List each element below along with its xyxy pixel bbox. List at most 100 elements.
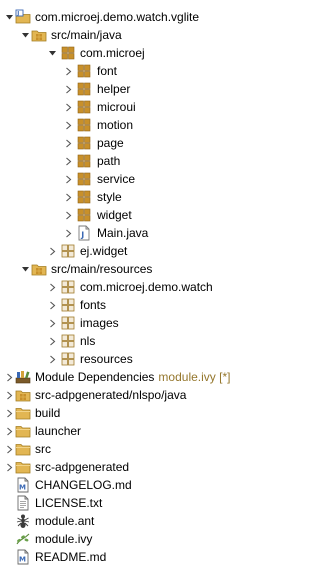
folder-icon: [15, 423, 31, 439]
chevron-right-icon[interactable]: [47, 278, 57, 296]
chevron-right-icon[interactable]: [4, 440, 14, 458]
tree-row-resource-package-nls[interactable]: nls: [0, 332, 293, 350]
tree-row-resource-package-fonts[interactable]: fonts: [0, 296, 293, 314]
svg-text:J: J: [16, 11, 19, 17]
chevron-right-icon[interactable]: [47, 242, 57, 260]
container-label: Module Dependencies: [35, 370, 155, 384]
svg-text:M: M: [19, 556, 26, 564]
package-outline-icon: [60, 243, 76, 259]
chevron-right-icon[interactable]: [4, 404, 14, 422]
chevron-right-icon[interactable]: [63, 170, 73, 188]
chevron-right-icon[interactable]: [63, 80, 73, 98]
package-label: com.microej.demo.watch: [80, 280, 213, 294]
tree-row-package-widget[interactable]: widget: [0, 206, 293, 224]
module-dependencies-label: Module Dependencies module.ivy [*]: [35, 368, 230, 386]
chevron-right-icon[interactable]: [63, 134, 73, 152]
tree-row-folder-src[interactable]: src: [0, 440, 293, 458]
file-label: module.ivy: [35, 532, 93, 546]
tree-row-file-module-ivy[interactable]: module.ivy: [0, 530, 293, 548]
tree-row-folder-launcher[interactable]: launcher: [0, 422, 293, 440]
tree-row-resource-package-com-microej-demo-watch[interactable]: com.microej.demo.watch: [0, 278, 293, 296]
tree-row-package-motion[interactable]: motion: [0, 116, 293, 134]
package-label: fonts: [80, 298, 107, 312]
text-file-icon: [15, 495, 31, 511]
tree-row-resource-package-images[interactable]: images: [0, 314, 293, 332]
file-label: module.ant: [35, 514, 95, 528]
tree-row-project[interactable]: J com.microej.demo.watch.vglite: [0, 8, 293, 26]
package-label: ej.widget: [80, 244, 128, 258]
package-icon: [76, 99, 92, 115]
chevron-right-icon[interactable]: [4, 368, 14, 386]
chevron-right-icon[interactable]: [63, 98, 73, 116]
package-label: widget: [97, 208, 132, 222]
library-icon: [15, 369, 31, 385]
file-label: LICENSE.txt: [35, 496, 103, 510]
tree-row-file-readme[interactable]: M README.md: [0, 548, 293, 566]
chevron-right-icon[interactable]: [47, 332, 57, 350]
source-folder-icon: [31, 27, 47, 43]
tree-row-package-service[interactable]: service: [0, 170, 293, 188]
file-label: CHANGELOG.md: [35, 478, 132, 492]
source-folder-icon: [15, 387, 31, 403]
tree-row-package-microui[interactable]: microui: [0, 98, 293, 116]
tree-row-package-com-microej[interactable]: com.microej: [0, 44, 293, 62]
tree-row-file-license[interactable]: LICENSE.txt: [0, 494, 293, 512]
chevron-right-icon[interactable]: [4, 422, 14, 440]
tree-row-file-changelog[interactable]: M CHANGELOG.md: [0, 476, 293, 494]
svg-text:J: J: [80, 231, 84, 240]
chevron-right-icon[interactable]: [63, 188, 73, 206]
package-icon: [76, 189, 92, 205]
tree-row-resource-package-resources[interactable]: resources: [0, 350, 293, 368]
folder-icon: [15, 441, 31, 457]
chevron-right-icon[interactable]: [47, 314, 57, 332]
chevron-down-icon[interactable]: [47, 44, 57, 62]
package-label: path: [97, 154, 121, 168]
folder-label: build: [35, 406, 61, 420]
package-icon: [76, 81, 92, 97]
markdown-file-icon: M: [15, 477, 31, 493]
package-outline-icon: [60, 279, 76, 295]
chevron-down-icon[interactable]: [20, 260, 30, 278]
chevron-right-icon[interactable]: [63, 116, 73, 134]
source-folder-icon: [31, 261, 47, 277]
tree-row-package-helper[interactable]: helper: [0, 80, 293, 98]
package-label: motion: [97, 118, 134, 132]
folder-label: launcher: [35, 424, 82, 438]
chevron-right-icon[interactable]: [63, 206, 73, 224]
package-label: resources: [80, 352, 133, 366]
tree-row-package-path[interactable]: path: [0, 152, 293, 170]
chevron-down-icon[interactable]: [4, 8, 14, 26]
ant-file-icon: [15, 513, 31, 529]
tree-row-main-java[interactable]: J Main.java: [0, 224, 293, 242]
package-icon: [76, 63, 92, 79]
tree-row-src-main-resources[interactable]: src/main/resources: [0, 260, 293, 278]
tree-row-module-dependencies[interactable]: Module Dependencies module.ivy [*]: [0, 368, 293, 386]
chevron-right-icon[interactable]: [47, 296, 57, 314]
project-label: com.microej.demo.watch.vglite: [35, 10, 200, 24]
chevron-right-icon[interactable]: [63, 224, 73, 242]
svg-text:M: M: [19, 484, 26, 492]
tree-row-package-page[interactable]: page: [0, 134, 293, 152]
package-outline-icon: [60, 297, 76, 313]
tree-row-src-adpgenerated-nlspo-java[interactable]: src-adpgenerated/nlspo/java: [0, 386, 293, 404]
source-folder-label: src-adpgenerated/nlspo/java: [35, 388, 187, 402]
package-label: helper: [97, 82, 131, 96]
folder-label: src: [35, 442, 51, 456]
tree-row-file-module-ant[interactable]: module.ant: [0, 512, 293, 530]
chevron-right-icon[interactable]: [4, 458, 14, 476]
tree-row-folder-src-adpgenerated[interactable]: src-adpgenerated: [0, 458, 293, 476]
chevron-right-icon[interactable]: [47, 350, 57, 368]
tree-row-folder-build[interactable]: build: [0, 404, 293, 422]
tree-row-package-ej-widget[interactable]: ej.widget: [0, 242, 293, 260]
chevron-right-icon[interactable]: [63, 152, 73, 170]
package-label: page: [97, 136, 124, 150]
chevron-down-icon[interactable]: [20, 26, 30, 44]
tree-row-package-style[interactable]: style: [0, 188, 293, 206]
tree-row-package-font[interactable]: font: [0, 62, 293, 80]
folder-icon: [15, 459, 31, 475]
chevron-right-icon[interactable]: [4, 386, 14, 404]
chevron-right-icon[interactable]: [63, 62, 73, 80]
package-label: microui: [97, 100, 136, 114]
tree-row-src-main-java[interactable]: src/main/java: [0, 26, 293, 44]
package-icon: [76, 207, 92, 223]
